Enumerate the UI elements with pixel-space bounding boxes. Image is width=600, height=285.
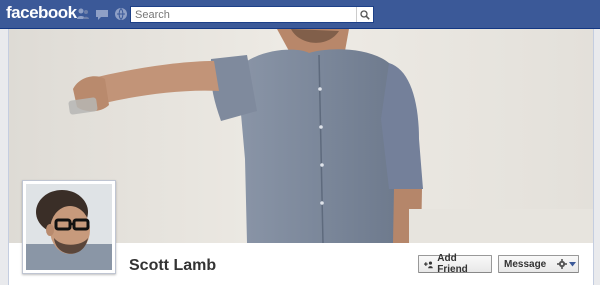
friend-requests-icon[interactable] <box>76 7 90 21</box>
messages-icon[interactable] <box>95 7 109 21</box>
chevron-down-icon <box>569 261 577 266</box>
search-button[interactable] <box>356 7 373 22</box>
add-friend-button[interactable]: Add Friend <box>418 253 492 275</box>
search-icon <box>360 9 370 20</box>
add-friend-label: Add Friend <box>437 253 468 275</box>
gear-icon <box>557 259 568 269</box>
message-label: Message <box>504 258 547 270</box>
add-friend-icon <box>424 261 433 268</box>
message-button[interactable]: Message <box>498 255 579 273</box>
top-navigation-bar: facebook <box>0 0 600 29</box>
facebook-logo[interactable]: facebook <box>6 3 77 23</box>
search-input[interactable] <box>131 7 357 22</box>
profile-name[interactable]: Scott Lamb <box>129 257 216 275</box>
profile-picture-image <box>26 184 112 270</box>
profile-picture[interactable] <box>22 180 116 274</box>
settings-dropdown[interactable] <box>557 259 577 269</box>
timeline-frame: Scott Lamb Add Friend Message <box>8 29 594 285</box>
notification-jewels <box>76 7 128 21</box>
notifications-icon[interactable] <box>114 7 128 21</box>
search-box <box>130 6 374 23</box>
